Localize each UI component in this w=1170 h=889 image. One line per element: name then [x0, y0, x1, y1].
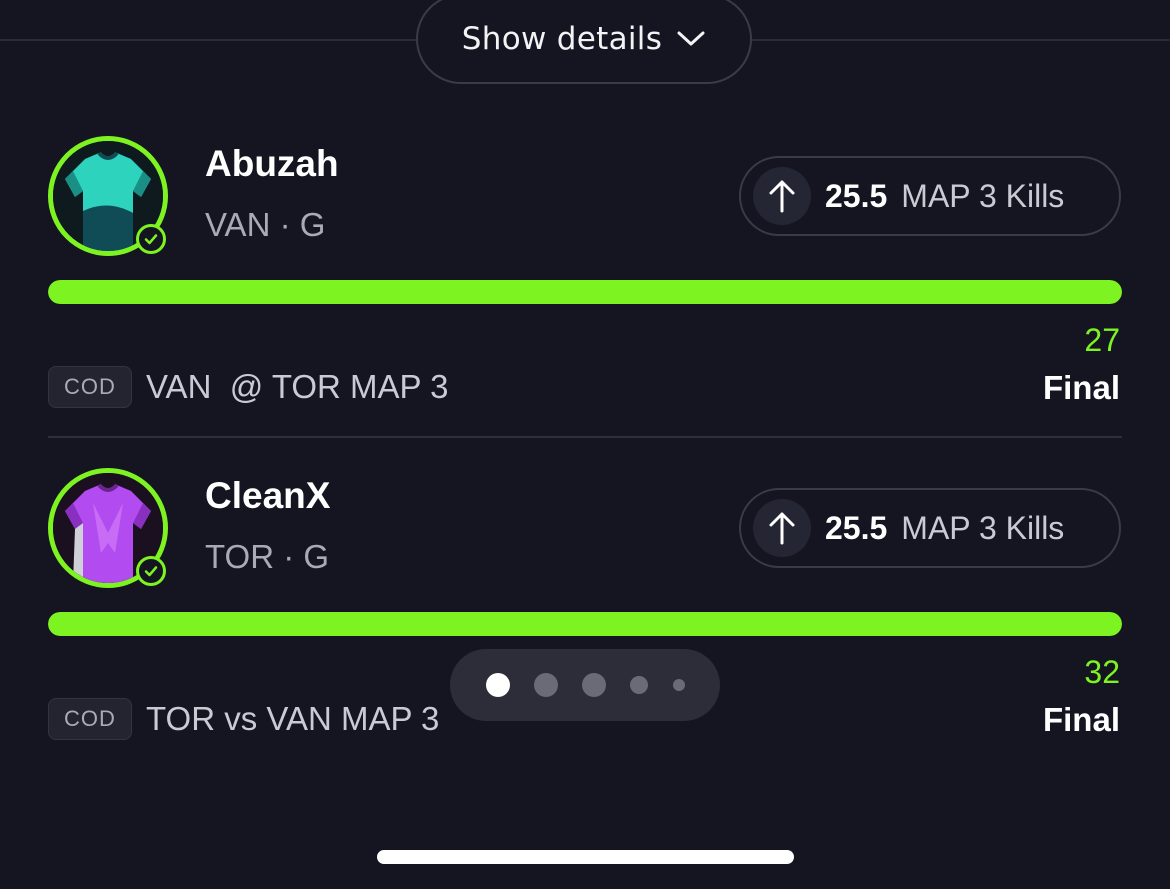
player-name[interactable]: CleanX [205, 475, 330, 517]
progress-fill [48, 612, 1122, 636]
result-status: Final [1042, 701, 1120, 738]
page-indicator[interactable] [450, 649, 720, 721]
card-divider [48, 436, 1122, 438]
player-team-position: VAN · G [205, 206, 326, 243]
player-team-position: TOR · G [205, 538, 330, 575]
page-dot[interactable] [582, 673, 606, 697]
prop-stat: MAP 3 Kills [901, 509, 1065, 546]
verified-check-icon [136, 224, 166, 254]
player-name[interactable]: Abuzah [205, 143, 339, 185]
show-details-label: Show details [461, 21, 663, 57]
matchup: TOR vs VAN MAP 3 [146, 700, 440, 737]
result-value: 32 [1084, 654, 1120, 690]
arrow-up-icon [753, 499, 811, 557]
player-avatar[interactable] [48, 136, 168, 256]
league-tag: COD [48, 366, 132, 408]
page-dot[interactable] [630, 676, 648, 694]
screen: Show details Abuzah VAN · G 25.5 MAP 3 K… [0, 0, 1170, 889]
progress-bar [48, 280, 1122, 304]
prop-line: 25.5 [825, 177, 888, 214]
page-dot[interactable] [673, 679, 685, 691]
league-tag: COD [48, 698, 132, 740]
prop-pill[interactable]: 25.5 MAP 3 Kills [739, 156, 1121, 236]
prop-line: 25.5 [825, 509, 888, 546]
show-details-button[interactable]: Show details [416, 0, 752, 84]
chevron-down-icon [676, 30, 706, 48]
progress-fill [48, 280, 1122, 304]
matchup: VAN @ TOR MAP 3 [146, 368, 449, 405]
result-status: Final [1042, 369, 1120, 406]
player-avatar[interactable] [48, 468, 168, 588]
verified-check-icon [136, 556, 166, 586]
progress-bar [48, 612, 1122, 636]
page-dot[interactable] [534, 673, 558, 697]
result-value: 27 [1084, 322, 1120, 358]
prop-stat: MAP 3 Kills [901, 177, 1065, 214]
arrow-up-icon [753, 167, 811, 225]
page-dot[interactable] [486, 673, 510, 697]
prop-pill[interactable]: 25.5 MAP 3 Kills [739, 488, 1121, 568]
home-indicator[interactable] [377, 850, 794, 864]
